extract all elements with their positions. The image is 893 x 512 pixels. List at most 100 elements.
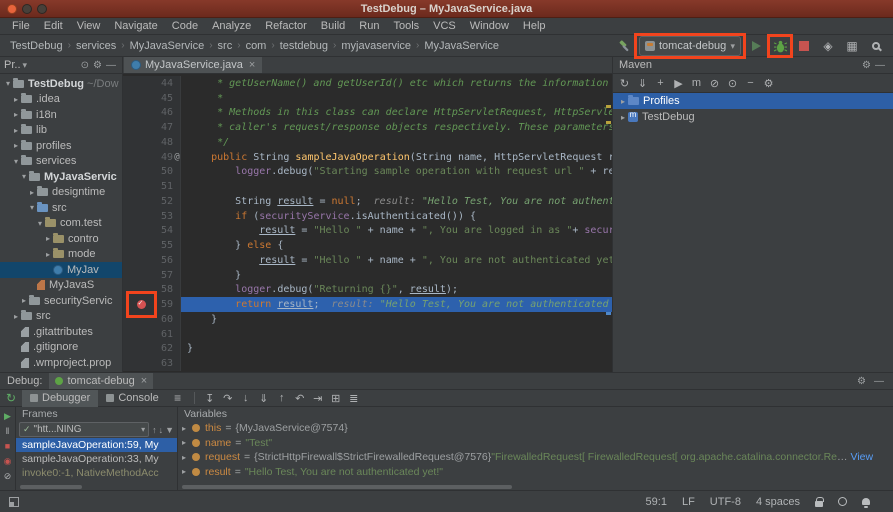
tree-item[interactable]: ▾MyJavaServic: [0, 169, 122, 185]
variable-row[interactable]: ▸this={MyJavaService@7574}: [178, 421, 893, 436]
step-into-icon[interactable]: ↓: [238, 389, 254, 407]
breadcrumb-item[interactable]: TestDebug: [10, 40, 63, 52]
more-options-icon[interactable]: ≣: [346, 389, 362, 407]
skip-tests-icon[interactable]: ⊙: [724, 75, 741, 91]
scrollbar-stripe[interactable]: [604, 91, 612, 372]
run-to-cursor-icon[interactable]: ⇥: [310, 389, 326, 407]
expand-all-icon[interactable]: +: [652, 75, 669, 91]
expand-arrow-icon[interactable]: ▸: [11, 110, 21, 119]
view-breakpoints-icon[interactable]: ◉: [4, 455, 12, 467]
expand-arrow-icon[interactable]: ▸: [11, 141, 21, 150]
expand-arrow-icon[interactable]: ▸: [11, 312, 21, 321]
refresh-icon[interactable]: ↻: [616, 75, 633, 91]
menu-help[interactable]: Help: [516, 20, 553, 32]
title-bar[interactable]: TestDebug – MyJavaService.java: [0, 0, 893, 18]
tree-item[interactable]: ▸mode: [0, 247, 122, 263]
evaluate-expression-icon[interactable]: ⊞: [328, 389, 344, 407]
breadcrumb-item[interactable]: com: [246, 40, 267, 52]
expand-arrow-icon[interactable]: ▸: [43, 234, 53, 243]
tab-debugger[interactable]: Debugger: [22, 390, 98, 407]
tree-item[interactable]: ▸designtime: [0, 185, 122, 201]
step-over-icon[interactable]: ↷: [220, 389, 236, 407]
tree-item[interactable]: ▸lib: [0, 123, 122, 139]
collapse-arrow-icon[interactable]: ▾: [3, 79, 13, 88]
debug-session-tab[interactable]: tomcat-debug ×: [49, 373, 153, 389]
project-view-selector[interactable]: Pr..: [4, 59, 21, 71]
layout-icon[interactable]: ▦: [843, 37, 861, 55]
expand-arrow-icon[interactable]: ▸: [182, 453, 192, 462]
force-step-into-icon[interactable]: ⇓: [256, 389, 272, 407]
mute-breakpoints-icon[interactable]: ⊘: [4, 470, 12, 482]
menu-view[interactable]: View: [70, 20, 108, 32]
coverage-icon[interactable]: ◈: [819, 37, 837, 55]
tree-item[interactable]: ▾src: [0, 200, 122, 216]
wrench-icon[interactable]: ⚙: [760, 75, 777, 91]
tree-item[interactable]: build.xml: [0, 371, 122, 373]
hector-icon[interactable]: [838, 497, 847, 506]
breadcrumb-item[interactable]: MyJavaService: [130, 40, 205, 52]
settings-icon[interactable]: ⚙: [855, 376, 868, 387]
close-icon[interactable]: ×: [141, 375, 147, 387]
search-everywhere-button[interactable]: [867, 37, 885, 55]
frame-row[interactable]: sampleJavaOperation:33, My: [16, 452, 177, 466]
menu-build[interactable]: Build: [314, 20, 352, 32]
tree-item[interactable]: MyJavaS: [0, 278, 122, 294]
settings-icon[interactable]: ⚙: [91, 60, 104, 71]
variable-row[interactable]: ▸name="Test": [178, 436, 893, 451]
menu-window[interactable]: Window: [463, 20, 516, 32]
expand-arrow-icon[interactable]: ▸: [182, 438, 192, 447]
layout-menu-icon[interactable]: ≡: [169, 389, 187, 407]
stop-icon[interactable]: ■: [5, 440, 10, 452]
maven-tree-item[interactable]: ▸TestDebug: [613, 109, 893, 125]
frame-row[interactable]: sampleJavaOperation:59, My: [16, 438, 177, 452]
toolwindow-toggle-icon[interactable]: [9, 497, 19, 507]
debug-button[interactable]: [771, 37, 789, 55]
download-sources-icon[interactable]: ⇓: [634, 75, 651, 91]
view-link[interactable]: View: [851, 451, 874, 463]
thread-selector[interactable]: ✓ "htt...NING ▾: [19, 422, 149, 437]
tree-item[interactable]: .gitignore: [0, 340, 122, 356]
expand-arrow-icon[interactable]: ▸: [27, 188, 37, 197]
stop-button[interactable]: [795, 37, 813, 55]
show-execution-point-icon[interactable]: ↧: [202, 389, 218, 407]
close-icon[interactable]: ×: [249, 59, 255, 71]
tree-item[interactable]: ▾com.test: [0, 216, 122, 232]
frame-down-icon[interactable]: ↓: [159, 425, 164, 435]
offline-mode-icon[interactable]: ⊘: [706, 75, 723, 91]
filter-icon[interactable]: ▼: [165, 425, 174, 435]
frame-row[interactable]: invoke0:-1, NativeMethodAcc: [16, 466, 177, 480]
menu-analyze[interactable]: Analyze: [205, 20, 258, 32]
maven-tree-item[interactable]: ▸Profiles: [613, 93, 893, 109]
collapse-all-icon[interactable]: −: [742, 75, 759, 91]
expand-arrow-icon[interactable]: ▸: [182, 467, 192, 476]
expand-arrow-icon[interactable]: ▸: [11, 95, 21, 104]
caret-position[interactable]: 59:1: [646, 496, 667, 508]
gear-icon[interactable]: ⚙: [860, 60, 873, 71]
breadcrumb-item[interactable]: testdebug: [280, 40, 328, 52]
maven-goal-icon[interactable]: m: [688, 75, 705, 91]
expand-arrow-icon[interactable]: ▸: [19, 296, 29, 305]
frame-up-icon[interactable]: ↑: [152, 425, 157, 435]
drop-frame-icon[interactable]: ↶: [292, 389, 308, 407]
locate-icon[interactable]: ⊙: [79, 60, 91, 71]
breakpoint-marker[interactable]: [137, 300, 146, 309]
menu-edit[interactable]: Edit: [37, 20, 70, 32]
breadcrumb-item[interactable]: src: [218, 40, 233, 52]
breadcrumb-item[interactable]: myjavaservice: [341, 40, 411, 52]
pause-icon[interactable]: ‖: [6, 425, 10, 437]
line-ending[interactable]: LF: [682, 496, 695, 508]
tree-item[interactable]: ▸profiles: [0, 138, 122, 154]
menu-file[interactable]: File: [5, 20, 37, 32]
resume-icon[interactable]: ▶: [4, 410, 11, 422]
tab-console[interactable]: Console: [98, 390, 166, 407]
collapse-arrow-icon[interactable]: ▾: [19, 172, 29, 181]
editor-body[interactable]: 44 * getUserName() and getUserId() etc w…: [123, 74, 612, 372]
collapse-arrow-icon[interactable]: ▾: [35, 219, 45, 228]
menu-navigate[interactable]: Navigate: [107, 20, 164, 32]
tree-item[interactable]: ▸securityServic: [0, 293, 122, 309]
variables-hscrollbar[interactable]: [180, 484, 891, 490]
expand-arrow-icon[interactable]: ▸: [11, 126, 21, 135]
tree-item[interactable]: ▾services: [0, 154, 122, 170]
tree-item[interactable]: ▸i18n: [0, 107, 122, 123]
indent[interactable]: 4 spaces: [756, 496, 800, 508]
